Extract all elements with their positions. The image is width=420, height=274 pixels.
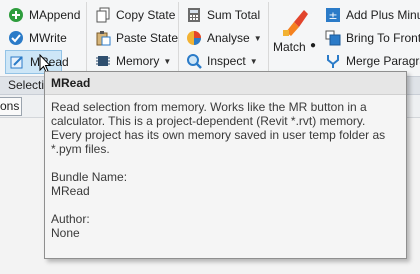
copy-icon (95, 7, 111, 23)
plus-minus-icon: ± (325, 7, 341, 23)
merge-paragraph-button[interactable]: Merge Paragra (325, 50, 420, 72)
ribbon-separator (268, 2, 269, 74)
tooltip-body: Read selection from memory. Works like t… (51, 100, 397, 240)
match-button[interactable]: Match ● (272, 4, 320, 70)
tooltip-title: MRead (51, 76, 91, 90)
sum-total-button[interactable]: Sum Total (186, 4, 260, 26)
chevron-down-icon: ▼ (163, 56, 172, 66)
author-label: Author: (51, 212, 90, 226)
tooltip-description: Read selection from memory. Works like t… (51, 100, 386, 156)
options-button[interactable]: ons (0, 97, 22, 116)
memory-chip-icon (95, 53, 111, 69)
copy-state-label: Copy State (116, 8, 176, 22)
mwrite-label: MWrite (29, 31, 67, 45)
mread-tooltip: MRead Read selection from memory. Works … (44, 71, 407, 259)
bring-to-front-button[interactable]: Bring To Front (325, 27, 420, 49)
ribbon-separator (178, 2, 179, 74)
dropdown-dot-icon: ● (310, 40, 317, 51)
svg-text:±: ± (328, 9, 337, 22)
calculator-icon (186, 7, 202, 23)
write-memory-icon (8, 30, 24, 46)
mappend-button[interactable]: MAppend (8, 4, 80, 26)
selection-panel-label: Selecti (8, 78, 45, 92)
copy-state-button[interactable]: Copy State (95, 4, 175, 26)
analyse-label: Analyse (207, 31, 250, 45)
ribbon-panel: MAppend MWrite MRead Copy State Paste St… (0, 0, 420, 76)
sum-total-label: Sum Total (207, 8, 261, 22)
mwrite-button[interactable]: MWrite (8, 27, 67, 49)
inspect-label: Inspect (207, 54, 246, 68)
merge-icon (325, 53, 341, 69)
memory-label: Memory (116, 54, 160, 68)
magnifier-icon (186, 53, 202, 69)
chevron-down-icon: ▼ (253, 33, 262, 43)
add-plus-minus-button[interactable]: ± Add Plus Minu (325, 4, 420, 26)
match-label: Match (273, 40, 306, 54)
mappend-label: MAppend (29, 8, 81, 22)
paint-brush-icon (280, 6, 310, 38)
plus-circle-icon (8, 7, 24, 23)
chevron-down-icon: ▼ (249, 56, 258, 66)
pie-chart-icon (186, 30, 202, 46)
memory-dropdown[interactable]: Memory ▼ (95, 50, 171, 72)
bring-to-front-label: Bring To Front (346, 31, 420, 45)
bring-to-front-icon (325, 30, 341, 46)
add-plus-minus-label: Add Plus Minu (346, 8, 420, 22)
ribbon-separator (86, 2, 87, 74)
paste-state-label: Paste State (116, 31, 179, 45)
bundle-name-label: Bundle Name: (51, 170, 128, 184)
analyse-dropdown[interactable]: Analyse ▼ (186, 27, 262, 49)
read-memory-icon (9, 54, 25, 70)
paste-state-button[interactable]: Paste State (95, 27, 178, 49)
author-value: None (51, 226, 80, 240)
merge-paragraph-label: Merge Paragra (346, 54, 420, 68)
paste-icon (95, 30, 111, 46)
inspect-dropdown[interactable]: Inspect ▼ (186, 50, 258, 72)
bundle-name-value: MRead (51, 184, 90, 198)
tooltip-header: MRead (45, 72, 406, 95)
